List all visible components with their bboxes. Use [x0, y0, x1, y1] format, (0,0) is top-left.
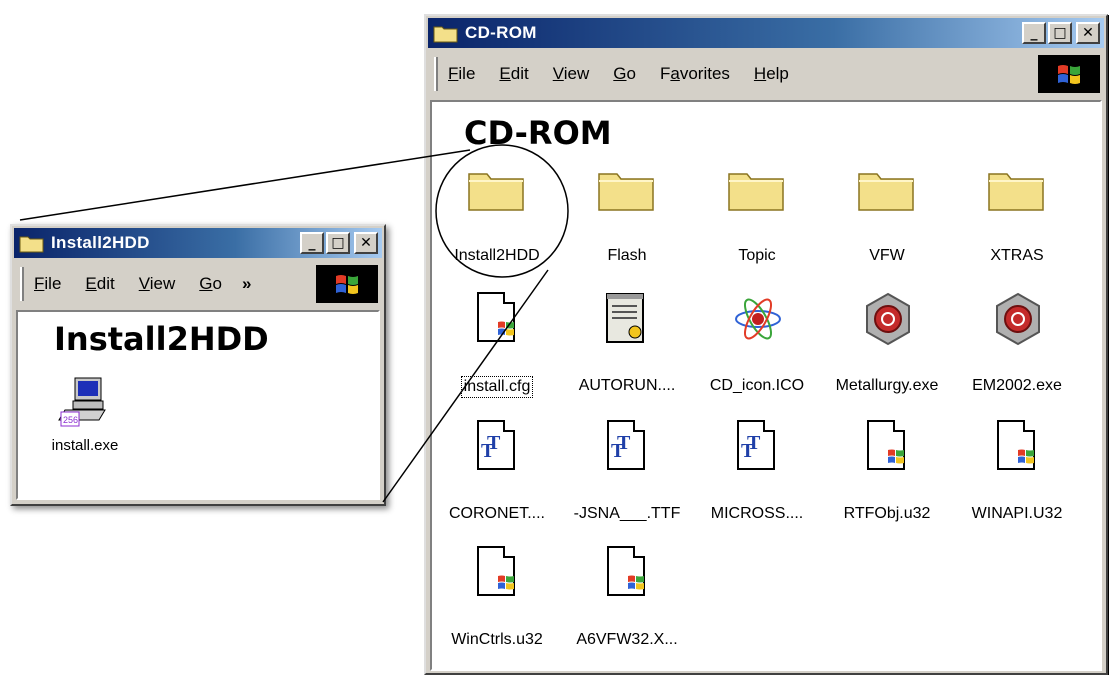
file-icon-item[interactable]: A6VFW32.X...	[562, 546, 692, 650]
config-file-icon	[465, 292, 529, 352]
font-file-icon: TT	[725, 420, 789, 480]
folder-heading: CD-ROM	[464, 114, 612, 152]
folder-icon	[855, 162, 919, 222]
install2hdd-window: Install2HDD _ □ ✕ File Edit View Go » In…	[10, 224, 386, 506]
font-file-icon: TT	[465, 420, 529, 480]
install2hdd-content: Install2HDD 256 install.exe	[16, 310, 380, 500]
file-label: MICROSS....	[710, 505, 804, 522]
file-label: RTFObj.u32	[843, 505, 931, 522]
file-label: Metallurgy.exe	[835, 377, 939, 394]
menu-bar: File Edit View Go Favorites Help	[430, 52, 1102, 96]
file-label: WinCtrls.u32	[451, 631, 543, 648]
file-label: A6VFW32.X...	[576, 631, 678, 648]
file-label: EM2002.exe	[972, 377, 1062, 394]
file-label: install.exe	[51, 437, 119, 454]
file-icon-item[interactable]: 256 install.exe	[20, 374, 150, 455]
cd-rom-content: CD-ROM Install2HDD Flash Topic VFW XTRAS inst…	[430, 100, 1102, 671]
window-title: CD-ROM	[465, 23, 537, 42]
file-icon-item[interactable]: Flash	[562, 162, 692, 266]
system-file-icon	[855, 420, 919, 480]
system-file-icon	[985, 420, 1049, 480]
folder-icon	[985, 162, 1049, 222]
install2hdd-title-bar[interactable]: Install2HDD _ □ ✕	[14, 228, 382, 258]
folder-icon	[725, 162, 789, 222]
file-label: VFW	[869, 247, 905, 264]
folder-icon	[595, 162, 659, 222]
callout-line-top	[19, 149, 471, 221]
menu-file[interactable]: File	[34, 274, 61, 294]
atom-icon	[725, 292, 789, 352]
file-label: install.cfg	[460, 376, 534, 398]
file-icon-item[interactable]: T T CORONET....	[432, 420, 562, 524]
maximize-button[interactable]: □	[326, 232, 350, 254]
folder-heading: Install2HDD	[54, 320, 269, 358]
file-icon-item[interactable]: XTRAS	[952, 162, 1082, 266]
windows-logo-icon	[316, 265, 378, 303]
menu-help[interactable]: Help	[754, 64, 789, 84]
file-icon-item[interactable]: Topic	[692, 162, 822, 266]
toolbar-grip[interactable]	[434, 57, 438, 91]
file-icon-item[interactable]: install.cfg	[432, 292, 562, 398]
system-file-icon	[465, 546, 529, 606]
file-icon-item[interactable]: RTFObj.u32	[822, 420, 952, 524]
file-icon-item[interactable]: Install2HDD	[432, 162, 562, 266]
file-icon-item[interactable]: AUTORUN....	[562, 292, 692, 396]
folder-icon	[19, 233, 45, 253]
menu-bar: File Edit View Go »	[16, 262, 380, 306]
file-label: Flash	[607, 247, 647, 264]
menu-go[interactable]: Go	[199, 274, 222, 294]
file-icon-item[interactable]: T T MICROSS....	[692, 420, 822, 524]
menu-go[interactable]: Go	[613, 64, 636, 84]
file-label: CD_icon.ICO	[709, 377, 805, 394]
file-label: AUTORUN....	[578, 377, 676, 394]
file-label: WINAPI.U32	[971, 505, 1063, 522]
file-icon-item[interactable]: CD_icon.ICO	[692, 292, 822, 396]
program-icon	[855, 292, 919, 352]
file-icon-item[interactable]: WinCtrls.u32	[432, 546, 562, 650]
close-button[interactable]: ✕	[354, 232, 378, 254]
menu-edit[interactable]: Edit	[499, 64, 528, 84]
file-icon-item[interactable]: WINAPI.U32	[952, 420, 1082, 524]
file-icon-item[interactable]: Metallurgy.exe	[822, 292, 952, 396]
file-icon-item[interactable]: VFW	[822, 162, 952, 266]
file-label: XTRAS	[990, 247, 1044, 264]
menu-favorites[interactable]: Favorites	[660, 64, 730, 84]
toolbar-grip[interactable]	[20, 267, 24, 301]
file-label: Topic	[738, 247, 776, 264]
close-button[interactable]: ✕	[1076, 22, 1100, 44]
menu-view[interactable]: View	[139, 274, 176, 294]
menu-overflow-chevron[interactable]: »	[242, 274, 251, 294]
window-title: Install2HDD	[51, 233, 150, 252]
system-file-icon	[595, 546, 659, 606]
file-icon-item[interactable]: T T -JSNA___.TTF	[562, 420, 692, 524]
cd-rom-window: CD-ROM _ □ ✕ File Edit View Go Favorites…	[424, 14, 1108, 675]
font-file-icon: TT	[595, 420, 659, 480]
folder-icon	[433, 23, 459, 43]
minimize-button[interactable]: _	[300, 232, 324, 254]
menu-view[interactable]: View	[553, 64, 590, 84]
menu-file[interactable]: File	[448, 64, 475, 84]
minimize-button[interactable]: _	[1022, 22, 1046, 44]
file-label: CORONET....	[448, 505, 545, 522]
program-icon	[985, 292, 1049, 352]
folder-icon	[465, 162, 529, 222]
file-icon-item[interactable]: EM2002.exe	[952, 292, 1082, 396]
installer-computer-icon: 256	[53, 374, 117, 434]
menu-edit[interactable]: Edit	[85, 274, 114, 294]
file-label: Install2HDD	[454, 247, 540, 264]
setup-info-icon	[595, 292, 659, 352]
svg-text:256: 256	[63, 415, 78, 425]
maximize-button[interactable]: □	[1048, 22, 1072, 44]
cd-rom-title-bar[interactable]: CD-ROM _ □ ✕	[428, 18, 1104, 48]
file-label: -JSNA___.TTF	[573, 505, 681, 522]
windows-logo-icon	[1038, 55, 1100, 93]
